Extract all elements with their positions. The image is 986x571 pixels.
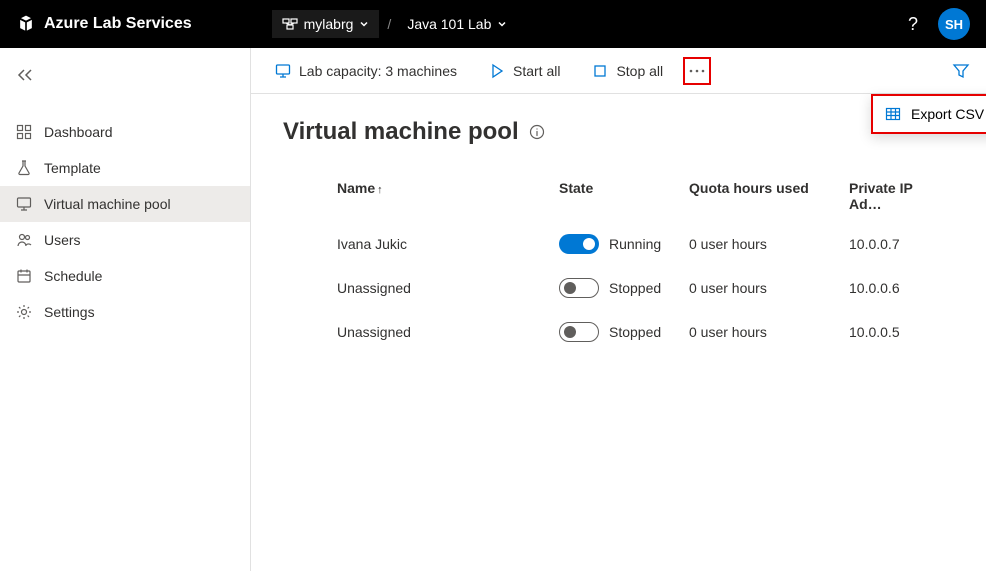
breadcrumb-separator: / [387, 16, 391, 32]
ellipsis-icon [689, 69, 705, 73]
sidebar-nav: Dashboard Template Virtual machine pool Use… [0, 114, 250, 330]
avatar-initials: SH [945, 17, 963, 32]
stop-all-label: Stop all [616, 63, 663, 79]
vm-state-label: Stopped [609, 280, 661, 296]
sidebar-item-label: Dashboard [44, 124, 113, 140]
filter-button[interactable] [952, 62, 970, 80]
azure-logo-icon [16, 14, 36, 34]
vm-table: Name↑ State Quota hours used Private IP … [283, 170, 954, 354]
vm-ip: 10.0.0.6 [849, 280, 938, 296]
sidebar-item-flask[interactable]: Template [0, 150, 250, 186]
monitor-icon [275, 63, 291, 79]
users-icon [16, 232, 32, 248]
vm-power-toggle[interactable] [559, 234, 599, 254]
avatar[interactable]: SH [938, 8, 970, 40]
lab-capacity-button[interactable]: Lab capacity: 3 machines [267, 57, 465, 85]
col-name-header[interactable]: Name↑ [299, 180, 559, 212]
vm-name: Ivana Jukic [299, 236, 559, 252]
sort-asc-icon: ↑ [377, 184, 383, 196]
sidebar-item-calendar[interactable]: Schedule [0, 258, 250, 294]
info-icon[interactable] [529, 124, 545, 140]
play-icon [489, 63, 505, 79]
sidebar-item-label: Settings [44, 304, 95, 320]
vm-power-toggle[interactable] [559, 278, 599, 298]
help-button[interactable]: ? [908, 14, 918, 35]
lab-label: Java 101 Lab [407, 16, 491, 32]
sidebar-item-dashboard[interactable]: Dashboard [0, 114, 250, 150]
vm-quota: 0 user hours [689, 280, 849, 296]
col-quota-header[interactable]: Quota hours used [689, 180, 849, 212]
start-all-button[interactable]: Start all [481, 57, 568, 85]
sidebar-item-monitor[interactable]: Virtual machine pool [0, 186, 250, 222]
resource-group-label: mylabrg [304, 16, 354, 32]
dashboard-icon [16, 124, 32, 140]
breadcrumb: mylabrg / Java 101 Lab [272, 10, 516, 38]
filter-icon [952, 62, 970, 80]
vm-state-label: Running [609, 236, 661, 252]
collapse-icon [16, 68, 36, 82]
col-ip-header[interactable]: Private IP Ad… [849, 180, 938, 212]
table-icon [885, 106, 901, 122]
vm-power-toggle[interactable] [559, 322, 599, 342]
more-dropdown: Export CSV [871, 94, 986, 134]
vm-state-label: Stopped [609, 324, 661, 340]
more-button[interactable] [683, 57, 711, 85]
table-row: Unassigned Stopped 0 user hours10.0.0.5 [283, 310, 954, 354]
export-csv-label: Export CSV [911, 106, 984, 122]
page-title: Virtual machine pool [283, 118, 954, 146]
flask-icon [16, 160, 32, 176]
sidebar-item-users[interactable]: Users [0, 222, 250, 258]
top-bar-right: ? SH [908, 8, 970, 40]
gear-icon [16, 304, 32, 320]
table-row: Unassigned Stopped 0 user hours10.0.0.6 [283, 266, 954, 310]
chevron-down-icon [497, 19, 507, 29]
monitor-icon [16, 196, 32, 212]
chevron-down-icon [359, 19, 369, 29]
stop-all-button[interactable]: Stop all [584, 57, 671, 85]
vm-name: Unassigned [299, 324, 559, 340]
content: Lab capacity: 3 machines Start all Stop … [251, 48, 986, 571]
toolbar: Lab capacity: 3 machines Start all Stop … [251, 48, 986, 94]
lab-capacity-label: Lab capacity: 3 machines [299, 63, 457, 79]
sidebar-item-label: Users [44, 232, 81, 248]
start-all-label: Start all [513, 63, 560, 79]
brand: Azure Lab Services [16, 14, 192, 34]
brand-text: Azure Lab Services [44, 15, 192, 33]
calendar-icon [16, 268, 32, 284]
sidebar-item-gear[interactable]: Settings [0, 294, 250, 330]
sidebar-item-label: Schedule [44, 268, 102, 284]
sidebar: Dashboard Template Virtual machine pool Use… [0, 48, 251, 571]
vm-quota: 0 user hours [689, 236, 849, 252]
sidebar-item-label: Virtual machine pool [44, 196, 171, 212]
table-header: Name↑ State Quota hours used Private IP … [283, 170, 954, 222]
resource-group-selector[interactable]: mylabrg [272, 10, 380, 38]
main: Dashboard Template Virtual machine pool Use… [0, 48, 986, 571]
lab-selector[interactable]: Java 101 Lab [399, 12, 515, 36]
vm-ip: 10.0.0.5 [849, 324, 938, 340]
page-title-text: Virtual machine pool [283, 118, 519, 146]
stop-icon [592, 63, 608, 79]
sidebar-collapse-button[interactable] [0, 60, 250, 90]
vm-quota: 0 user hours [689, 324, 849, 340]
sidebar-item-label: Template [44, 160, 101, 176]
top-bar: Azure Lab Services mylabrg / Java 101 La… [0, 0, 986, 48]
page-body: Virtual machine pool Name↑ State Quota h… [251, 94, 986, 378]
resource-group-icon [282, 16, 298, 32]
export-csv-button[interactable]: Export CSV [871, 94, 986, 134]
col-state-header[interactable]: State [559, 180, 689, 212]
vm-name: Unassigned [299, 280, 559, 296]
table-row: Ivana Jukic Running 0 user hours10.0.0.7 [283, 222, 954, 266]
vm-ip: 10.0.0.7 [849, 236, 938, 252]
